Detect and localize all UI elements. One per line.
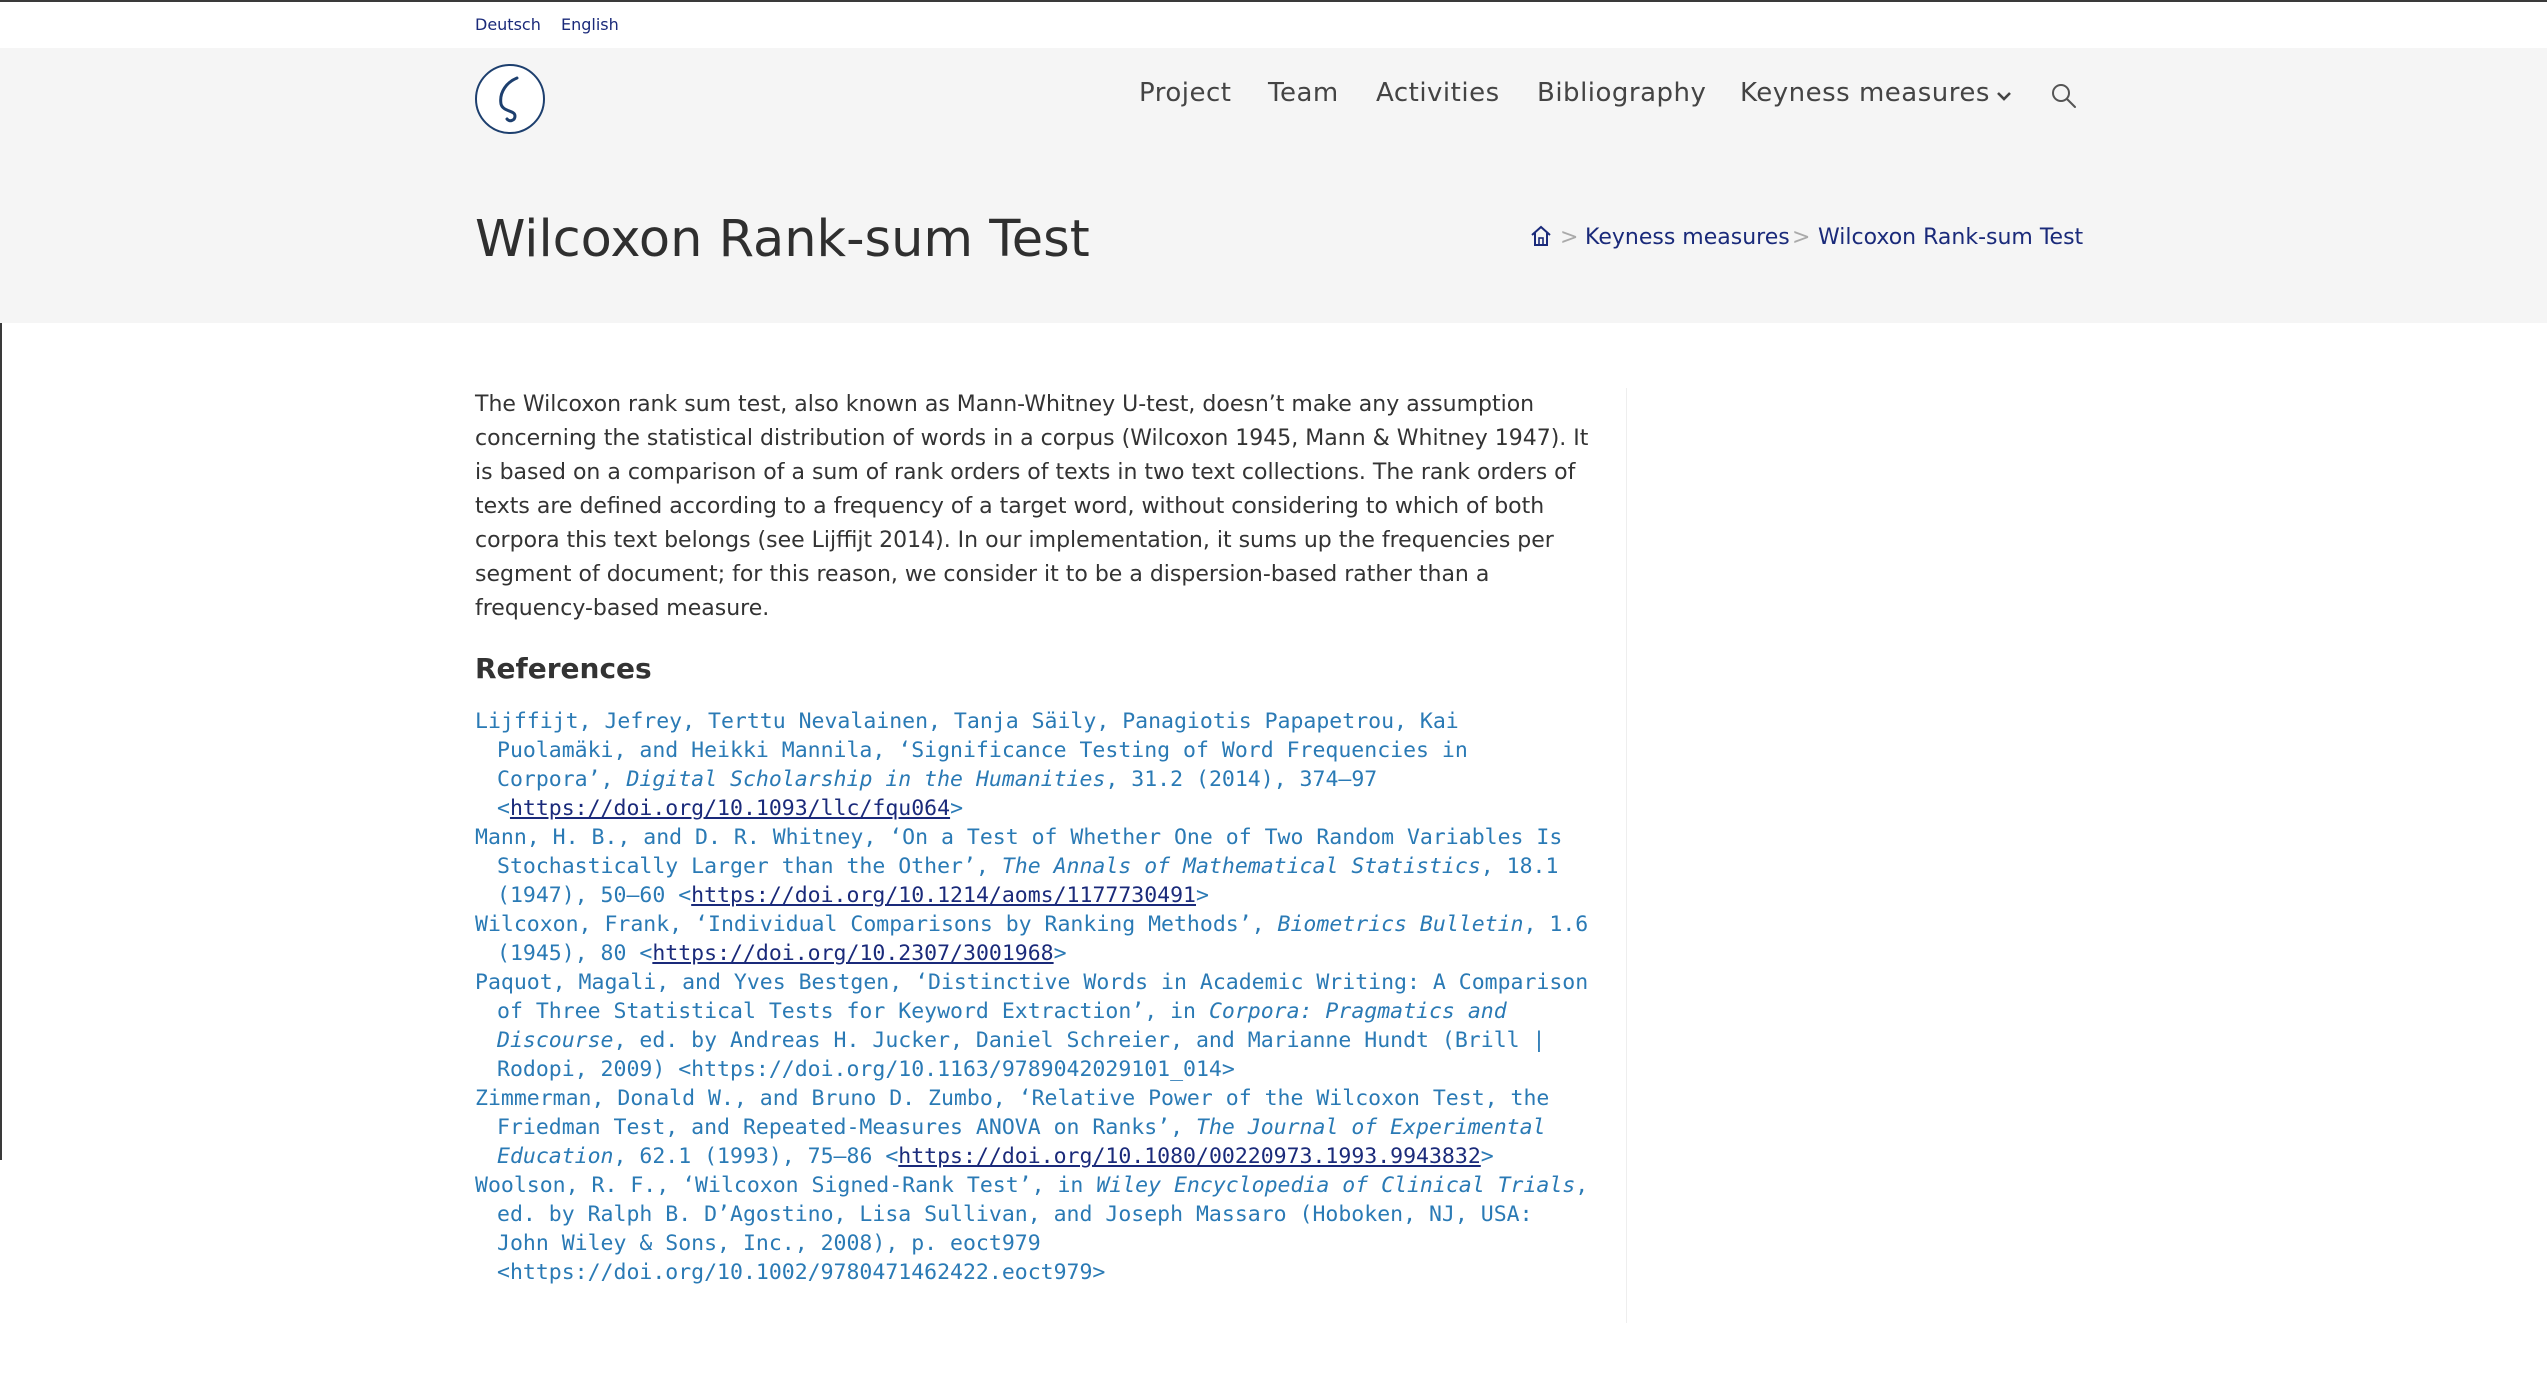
reference-item: Zimmerman, Donald W., and Bruno D. Zumbo… [475, 1084, 1595, 1171]
reference-doi-link[interactable]: https://doi.org/10.1080/00220973.1993.99… [898, 1144, 1480, 1169]
nav-item-keyness-measures[interactable]: Keyness measures [1740, 78, 2012, 109]
sidebar-divider [1626, 388, 1627, 1323]
reference-item: Mann, H. B., and D. R. Whitney, ‘On a Te… [475, 823, 1595, 910]
language-link-english[interactable]: English [561, 15, 619, 34]
reference-text: Woolson, R. F., ‘Wilcoxon Signed-Rank Te… [475, 1173, 1097, 1198]
breadcrumb-separator: > [1560, 225, 1579, 250]
reference-item: Wilcoxon, Frank, ‘Individual Comparisons… [475, 910, 1595, 968]
reference-journal: Wiley Encyclopedia of Clinical Trials [1096, 1173, 1576, 1198]
language-link-deutsch[interactable]: Deutsch [475, 15, 541, 34]
reference-journal: Digital Scholarship in the Humanities [626, 767, 1106, 792]
home-icon[interactable] [1530, 224, 1552, 254]
reference-journal: The Annals of Mathematical Statistics [1001, 854, 1481, 879]
reference-doi-link[interactable]: https://doi.org/10.2307/3001968 [652, 941, 1053, 966]
article-intro: The Wilcoxon rank sum test, also known a… [475, 392, 1589, 621]
reference-item: Lijffijt, Jefrey, Terttu Nevalainen, Tan… [475, 707, 1595, 823]
reference-text: > [950, 796, 964, 821]
reference-journal: Biometrics Bulletin [1277, 912, 1524, 937]
breadcrumb-item-current[interactable]: Wilcoxon Rank-sum Test [1818, 225, 2083, 250]
references-heading: References [475, 652, 652, 685]
page-title: Wilcoxon Rank-sum Test [475, 210, 1090, 269]
language-bar: Deutsch English [0, 2, 2547, 48]
search-icon[interactable] [2050, 82, 2078, 110]
reference-text: > [1196, 883, 1209, 908]
reference-text: , 62.1 (1993), 75–86 < [613, 1144, 899, 1169]
reference-item: Paquot, Magali, and Yves Bestgen, ‘Disti… [475, 968, 1595, 1084]
breadcrumb-separator: > [1792, 225, 1811, 250]
article-content: The Wilcoxon rank sum test, also known a… [475, 388, 1595, 1287]
reference-text: > [1053, 941, 1067, 966]
nav-item-keyness-measures-label: Keyness measures [1740, 78, 1990, 108]
nav-item-team[interactable]: Team [1268, 78, 1339, 108]
reference-item: Woolson, R. F., ‘Wilcoxon Signed-Rank Te… [475, 1171, 1595, 1287]
nav-item-activities[interactable]: Activities [1376, 78, 1500, 108]
reference-text: , ed. by Andreas H. Jucker, Daniel Schre… [497, 1028, 1546, 1082]
reference-text: > [1480, 1144, 1494, 1169]
reference-doi-link[interactable]: https://doi.org/10.1093/llc/fqu064 [510, 796, 950, 821]
nav-item-bibliography[interactable]: Bibliography [1537, 78, 1706, 108]
nav-item-project[interactable]: Project [1139, 78, 1231, 108]
reference-text: Wilcoxon, Frank, ‘Individual Comparisons… [475, 912, 1278, 937]
zeta-logo-icon[interactable] [475, 64, 545, 134]
chevron-down-icon [1996, 79, 2012, 109]
reference-doi-link[interactable]: https://doi.org/10.1214/aoms/1177730491 [691, 883, 1196, 908]
site-header: Project Team Activities Bibliography Key… [0, 48, 2547, 323]
references-list: Lijffijt, Jefrey, Terttu Nevalainen, Tan… [475, 707, 1595, 1287]
breadcrumb-item-keyness-measures[interactable]: Keyness measures [1585, 225, 1790, 250]
